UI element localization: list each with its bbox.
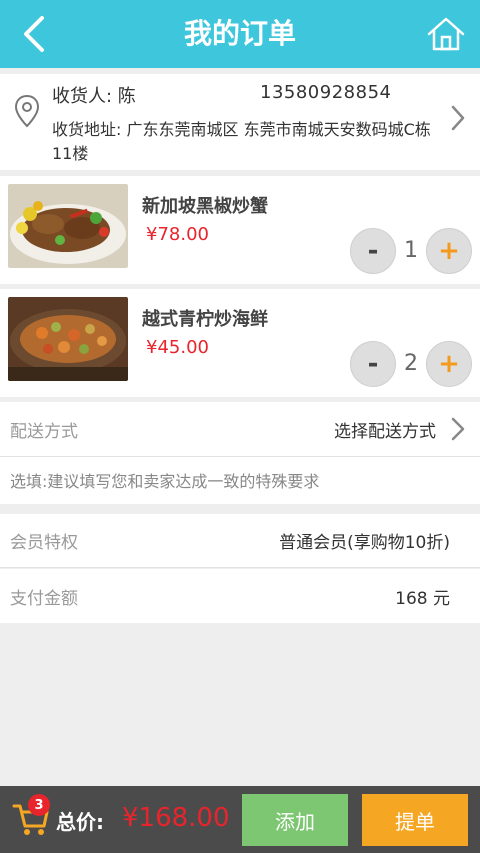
receiver-name: 收货人: 陈 (52, 86, 136, 107)
dish-price: ¥45.00 (146, 337, 209, 358)
decrease-quantity-button[interactable]: - (350, 341, 396, 387)
payment-amount-row: 支付金额 168 元 (0, 569, 480, 623)
receiver-phone: 13580928854 (260, 82, 392, 103)
delivery-method-row[interactable]: 配送方式 选择配送方式 (0, 402, 480, 456)
home-button[interactable] (424, 12, 468, 56)
order-item: 越式青柠炒海鲜 ¥45.00 - 2 + (0, 289, 480, 397)
checkout-bar: 3 总价: ¥168.00 添加 提单 (0, 786, 480, 853)
membership-label: 会员特权 (10, 533, 78, 553)
page-title: 我的订单 (183, 17, 296, 50)
dish-price: ¥78.00 (146, 224, 209, 245)
payment-amount-value: 168 元 (395, 588, 450, 609)
quantity-value: 1 (404, 238, 418, 263)
total-price-value: ¥168.00 (122, 803, 230, 833)
shipping-address-card[interactable]: 收货人: 陈 13580928854 收货地址: 广东东莞南城区 东莞市南城天安… (0, 74, 480, 170)
back-button[interactable] (14, 12, 54, 56)
chevron-right-icon (451, 417, 465, 441)
dish-name: 越式青柠炒海鲜 (142, 309, 268, 330)
location-pin-icon (14, 94, 40, 128)
chevron-right-icon (451, 105, 465, 131)
delivery-method-value: 选择配送方式 (334, 421, 436, 442)
home-icon (427, 17, 465, 51)
payment-amount-label: 支付金额 (10, 588, 78, 609)
add-button[interactable]: 添加 (242, 794, 348, 846)
quantity-value: 2 (404, 351, 418, 376)
delivery-method-label: 配送方式 (10, 421, 78, 442)
dish-photo-pepper-crab (8, 184, 128, 268)
cart-count-badge: 3 (28, 794, 50, 816)
membership-value: 普通会员(享购物10折) (279, 533, 450, 553)
increase-quantity-button[interactable]: + (426, 228, 472, 274)
increase-quantity-button[interactable]: + (426, 341, 472, 387)
receiver-address: 收货地址: 广东东莞南城区 东莞市南城天安数码城C栋11楼 (52, 120, 431, 163)
decrease-quantity-button[interactable]: - (350, 228, 396, 274)
order-note-row (0, 456, 480, 505)
back-chevron-icon (24, 16, 44, 52)
order-note-input[interactable] (10, 457, 470, 505)
membership-row: 会员特权 普通会员(享购物10折) (0, 514, 480, 568)
total-price-label: 总价: (56, 810, 104, 834)
submit-order-button[interactable]: 提单 (362, 794, 468, 846)
order-item: 新加坡黑椒炒蟹 ¥78.00 - 1 + (0, 176, 480, 284)
header-bar: 我的订单 (0, 0, 480, 68)
dish-photo-lime-seafood (8, 297, 128, 381)
dish-name: 新加坡黑椒炒蟹 (142, 196, 268, 217)
